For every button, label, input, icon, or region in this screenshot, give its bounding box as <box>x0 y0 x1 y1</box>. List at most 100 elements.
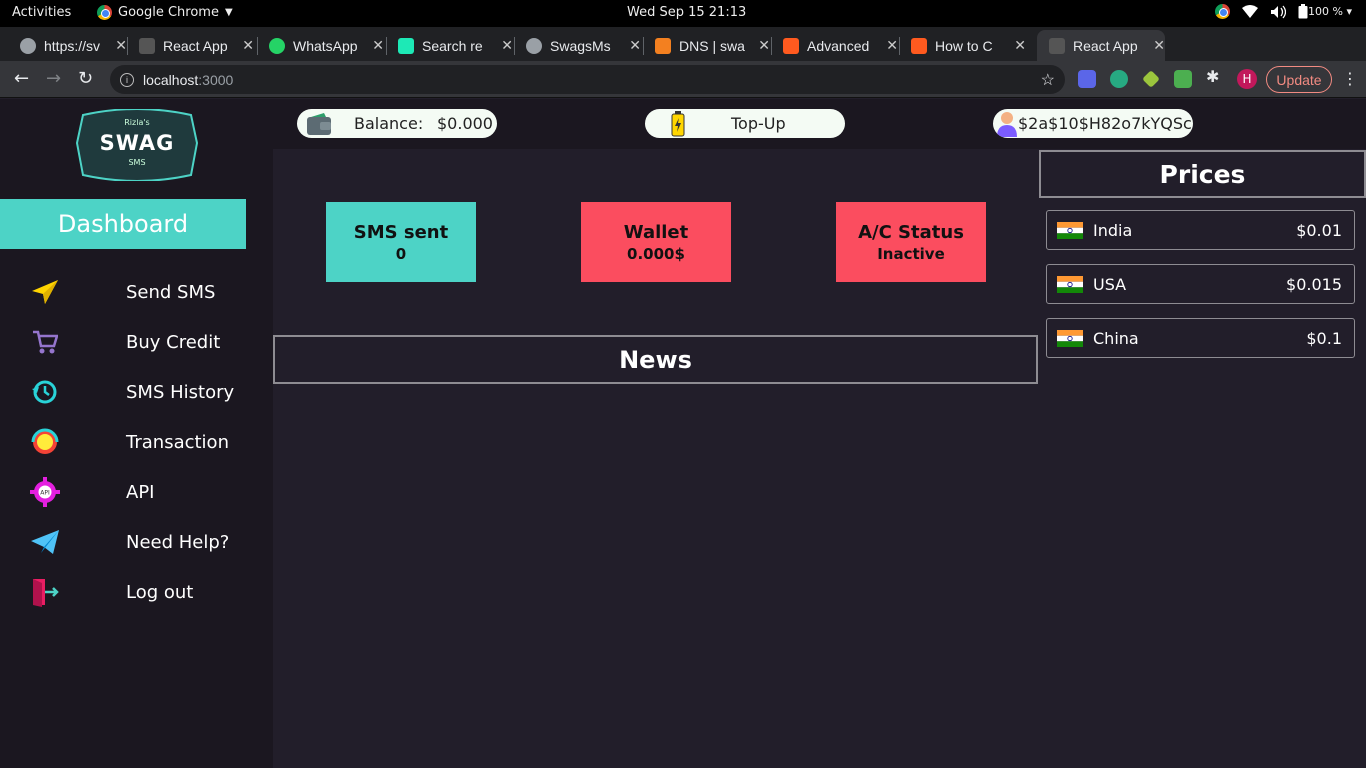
battery-charge-icon <box>671 110 685 136</box>
balance-label: Balance: <box>354 114 424 133</box>
dashboard-button[interactable]: Dashboard <box>0 199 246 249</box>
close-tab-icon[interactable]: ✕ <box>372 37 384 54</box>
sidebar-item-send-sms[interactable]: Send SMS <box>0 270 273 314</box>
swag-favicon <box>1049 37 1065 54</box>
tab-separator <box>643 37 644 55</box>
tab-title: React App <box>1073 37 1138 54</box>
activities-button[interactable]: Activities <box>12 5 71 20</box>
app-menu[interactable]: Google Chrome ▼ <box>97 5 233 20</box>
browser-tab[interactable]: https://sv ✕ <box>0 30 127 61</box>
tab-title: https://sv <box>44 37 101 54</box>
close-tab-icon[interactable]: ✕ <box>629 37 641 54</box>
close-tab-icon[interactable]: ✕ <box>1014 37 1026 54</box>
wallet-icon <box>307 112 331 135</box>
price-row: India $0.01 <box>1046 210 1355 250</box>
close-tab-icon[interactable]: ✕ <box>242 37 254 54</box>
browser-tab[interactable]: Advanced ✕ <box>771 30 898 61</box>
sidebar: Rizla's SWAG SMS Dashboard Send SMS Buy C… <box>0 99 273 768</box>
battery-status[interactable]: 100 % ▾ <box>1308 5 1352 18</box>
price-row: USA $0.015 <box>1046 264 1355 304</box>
balance-value: $0.000 <box>437 114 493 133</box>
sidebar-item-label: Buy Credit <box>126 331 221 353</box>
close-tab-icon[interactable]: ✕ <box>758 37 770 54</box>
tab-separator <box>771 37 772 55</box>
logout-icon <box>30 577 60 607</box>
extension-icon[interactable] <box>1142 70 1160 88</box>
india-flag-icon <box>1057 329 1083 347</box>
india-flag-icon <box>1057 275 1083 293</box>
browser-tab[interactable]: DNS | swa ✕ <box>643 30 770 61</box>
puzzle-icon[interactable]: ✱ <box>1206 67 1224 86</box>
globe-icon <box>20 37 36 54</box>
price-value: $0.01 <box>1296 220 1342 240</box>
card-value: Inactive <box>877 244 945 263</box>
news-header: News <box>273 335 1038 384</box>
browser-tab[interactable]: Search re ✕ <box>386 30 513 61</box>
sidebar-item-buy-credit[interactable]: Buy Credit <box>0 320 273 364</box>
gear-icon <box>526 37 542 54</box>
extension-icon[interactable] <box>1110 70 1128 88</box>
user-id-pill[interactable]: $2a$10$H82o7kYQScWv <box>993 109 1193 138</box>
system-tray[interactable] <box>1215 4 1308 19</box>
tab-separator <box>257 37 258 55</box>
forward-button[interactable]: → <box>46 68 61 89</box>
tab-title: DNS | swa <box>679 37 745 54</box>
browser-tab[interactable]: React App ✕ <box>1037 30 1165 61</box>
app-top-bar: Balance: $0.000 Top-Up $2a$10$H82o7kYQSc… <box>273 99 1366 149</box>
api-gear-icon: API <box>30 477 60 507</box>
extension-icon[interactable] <box>1174 70 1192 88</box>
account-status-card: A/C Status Inactive <box>836 202 986 282</box>
chevron-down-icon: ▼ <box>224 7 233 18</box>
svg-text:API: API <box>40 490 50 497</box>
browser-tab[interactable]: How to C ✕ <box>899 30 1026 61</box>
topup-button[interactable]: Top-Up <box>645 109 845 138</box>
vuetify-icon <box>398 37 414 54</box>
sidebar-item-transaction[interactable]: Transaction <box>0 420 273 464</box>
close-tab-icon[interactable]: ✕ <box>886 37 898 54</box>
profile-avatar[interactable]: H <box>1237 69 1257 89</box>
card-title: A/C Status <box>858 221 964 243</box>
tab-separator <box>514 37 515 55</box>
main-content: SMS sent 0 Wallet 0.000$ A/C Status Inactive … <box>273 149 1038 768</box>
whatsapp-icon <box>269 37 285 54</box>
cloudflare-icon <box>655 37 671 54</box>
info-icon[interactable]: i <box>120 72 134 87</box>
bookmark-star-icon[interactable]: ☆ <box>1041 70 1055 90</box>
address-bar[interactable]: i localhost:3000 ☆ <box>110 65 1065 94</box>
cart-icon <box>30 327 60 357</box>
url-port: :3000 <box>198 71 234 88</box>
close-tab-icon[interactable]: ✕ <box>1153 37 1165 54</box>
chrome-menu-icon[interactable]: ⋮ <box>1342 69 1358 88</box>
sidebar-item-log-out[interactable]: Log out <box>0 570 273 614</box>
tab-separator <box>127 37 128 55</box>
update-button[interactable]: Update <box>1266 66 1332 93</box>
india-flag-icon <box>1057 221 1083 239</box>
sidebar-item-sms-history[interactable]: SMS History <box>0 370 273 414</box>
sidebar-item-label: SMS History <box>126 381 235 403</box>
browser-toolbar: ← → ↻ i localhost:3000 ☆ ✱ H Update ⋮ <box>0 61 1366 98</box>
tab-title: Advanced <box>807 37 870 54</box>
sidebar-item-api[interactable]: API API <box>0 470 273 514</box>
chrome-tray-icon[interactable] <box>1215 4 1230 19</box>
tab-title: WhatsApp <box>293 37 358 54</box>
price-value: $0.015 <box>1286 274 1342 294</box>
back-button[interactable]: ← <box>14 68 29 89</box>
n-icon <box>783 37 799 54</box>
extension-icon[interactable] <box>1078 70 1096 88</box>
sidebar-item-label: Send SMS <box>126 281 216 303</box>
close-tab-icon[interactable]: ✕ <box>501 37 513 54</box>
card-title: SMS sent <box>353 221 449 243</box>
close-tab-icon[interactable]: ✕ <box>115 37 127 54</box>
sidebar-item-need-help[interactable]: Need Help? <box>0 520 273 564</box>
clock[interactable]: Wed Sep 15 21:13 <box>627 5 746 20</box>
browser-tab[interactable]: React App ✕ <box>127 30 254 61</box>
swag-favicon <box>139 37 155 54</box>
card-value: 0.000$ <box>627 244 685 263</box>
reload-button[interactable]: ↻ <box>78 68 93 89</box>
browser-tab[interactable]: SwagsMs ✕ <box>514 30 641 61</box>
sidebar-item-label: Need Help? <box>126 531 230 553</box>
tab-title: Search re <box>422 37 483 54</box>
browser-tab[interactable]: WhatsApp ✕ <box>257 30 384 61</box>
price-country: USA <box>1093 274 1127 294</box>
app-name: Google Chrome <box>118 5 219 20</box>
